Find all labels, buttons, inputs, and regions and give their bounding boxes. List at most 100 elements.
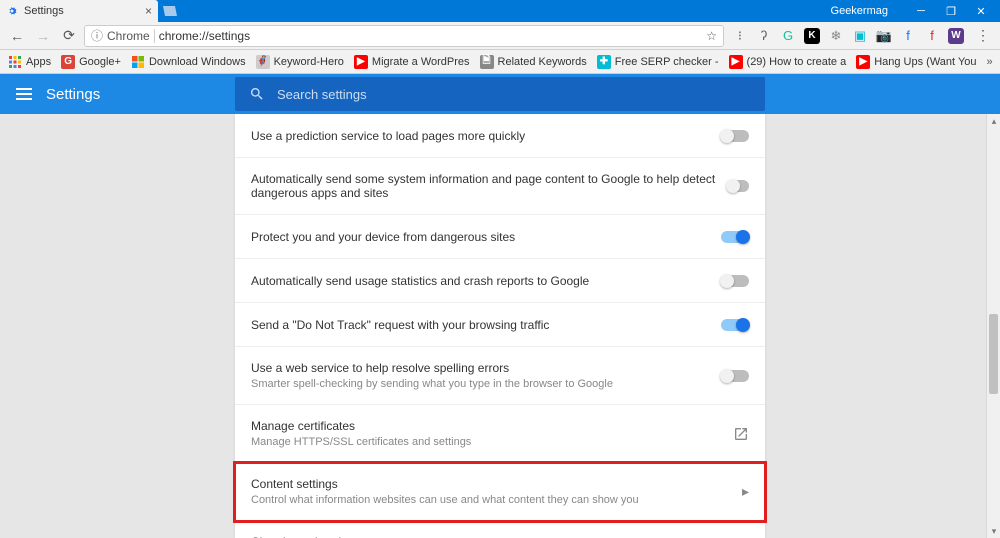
- bookmarks-overflow[interactable]: »: [987, 56, 993, 68]
- wappalyzer-icon[interactable]: W: [948, 28, 964, 44]
- lastpass-icon[interactable]: ⁝: [732, 28, 748, 44]
- bookmark-label: Apps: [26, 56, 51, 68]
- window-brand: Geekermag: [831, 5, 888, 17]
- row-title: Manage certificates: [251, 419, 471, 433]
- settings-row: Automatically send some system informati…: [235, 158, 765, 215]
- settings-content: Use a prediction service to load pages m…: [0, 114, 1000, 538]
- row-title: Automatically send usage statistics and …: [251, 274, 589, 288]
- bookmark-label: (29) How to create a: [747, 56, 847, 68]
- search-icon: [249, 86, 265, 102]
- open-external-icon[interactable]: [733, 426, 749, 442]
- settings-card: Use a prediction service to load pages m…: [235, 114, 765, 538]
- scroll-down-arrow[interactable]: ▾: [987, 524, 1000, 538]
- extension-icons: ⁝ʔGK❄▣📷ffW: [728, 28, 968, 44]
- url-path: chrome://settings: [159, 29, 250, 43]
- grammarly-icon[interactable]: G: [780, 28, 796, 44]
- bookmark-label: Migrate a WordPres: [372, 56, 470, 68]
- settings-row: Protect you and your device from dangero…: [235, 215, 765, 259]
- bookmark-icon: 🦸: [256, 55, 270, 69]
- bookmark-item[interactable]: ▶ (29) How to create a: [729, 55, 847, 69]
- search-placeholder: Search settings: [277, 87, 367, 102]
- bookmark-item[interactable]: ▶ Migrate a WordPres: [354, 55, 470, 69]
- toggle-switch[interactable]: [721, 130, 749, 142]
- maximize-button[interactable]: ❐: [936, 0, 966, 22]
- minimize-button[interactable]: ─: [906, 0, 936, 22]
- toggle-switch[interactable]: [727, 180, 749, 192]
- bookmark-item[interactable]: 🗎Related Keywords: [480, 55, 587, 69]
- bookmark-label: Hang Ups (Want You: [874, 56, 976, 68]
- settings-row: Use a prediction service to load pages m…: [235, 114, 765, 158]
- windows-icon: [131, 55, 145, 69]
- window-controls: Geekermag ─ ❐ ✕: [831, 0, 1000, 22]
- settings-row: Use a web service to help resolve spelli…: [235, 347, 765, 405]
- close-icon[interactable]: ×: [145, 4, 152, 18]
- menu-icon[interactable]: [16, 88, 32, 100]
- row-title: Content settings: [251, 477, 639, 491]
- bookmark-icon: ✚: [597, 55, 611, 69]
- page-title: Settings: [46, 86, 100, 103]
- browser-toolbar: ← → ⟳ ⓘ Chrome chrome://settings ☆ ⁝ ʔGK ❄…: [0, 22, 1000, 50]
- window-titlebar: Settings × Geekermag ─ ❐ ✕: [0, 0, 1000, 22]
- settings-row[interactable]: Clear browsing dataClear history, cookie…: [235, 521, 765, 538]
- toggle-switch[interactable]: [721, 319, 749, 331]
- camera-icon[interactable]: 📷: [876, 28, 892, 44]
- url-scheme: Chrome: [107, 29, 155, 43]
- toggle-switch[interactable]: [721, 231, 749, 243]
- bookmark-icon: ▶: [856, 55, 870, 69]
- bookmark-label: Google+: [79, 56, 121, 68]
- row-subtitle: Control what information websites can us…: [251, 494, 639, 506]
- row-title: Protect you and your device from dangero…: [251, 230, 515, 244]
- tab-title: Settings: [24, 5, 64, 17]
- bookmark-icon: ▶: [354, 55, 368, 69]
- bookmark-icon: 🗎: [480, 55, 494, 69]
- bookmark-label: Free SERP checker -: [615, 56, 719, 68]
- snowflake-icon[interactable]: ❄: [828, 28, 844, 44]
- refresh-icon[interactable]: ʔ: [756, 28, 772, 44]
- vertical-scrollbar[interactable]: ▴ ▾: [986, 114, 1000, 538]
- menu-button[interactable]: ⋮: [972, 25, 994, 47]
- bookmark-label: Keyword-Hero: [274, 56, 344, 68]
- facebook-icon[interactable]: f: [900, 28, 916, 44]
- row-subtitle: Manage HTTPS/SSL certificates and settin…: [251, 436, 471, 448]
- bookmark-item[interactable]: ✚ Free SERP checker -: [597, 55, 719, 69]
- chevron-right-icon: ▸: [742, 483, 749, 500]
- row-subtitle: Smarter spell-checking by sending what y…: [251, 378, 613, 390]
- settings-row[interactable]: Manage certificates Manage HTTPS/SSL cert…: [235, 405, 765, 463]
- bookmark-item[interactable]: Apps: [8, 55, 51, 69]
- keepa-icon[interactable]: K: [804, 28, 820, 44]
- scroll-up-arrow[interactable]: ▴: [987, 114, 1000, 128]
- apps-icon: [8, 55, 22, 69]
- bookmark-icon: ▶: [729, 55, 743, 69]
- settings-row[interactable]: Content settings Control what information…: [235, 463, 765, 521]
- bookmarks-bar: Apps G Google+ Download Windows 🦸 Keyword-Her…: [0, 50, 1000, 74]
- row-title: Use a prediction service to load pages m…: [251, 129, 525, 143]
- pocket-icon[interactable]: ▣: [852, 28, 868, 44]
- bookmark-star-icon[interactable]: ☆: [706, 29, 717, 43]
- forward-button[interactable]: →: [32, 25, 54, 47]
- toggle-switch[interactable]: [721, 275, 749, 287]
- settings-row: Automatically send usage statistics and …: [235, 259, 765, 303]
- bookmark-item[interactable]: Download Windows: [131, 55, 246, 69]
- reload-button[interactable]: ⟳: [58, 25, 80, 47]
- address-bar[interactable]: ⓘ Chrome chrome://settings ☆: [84, 25, 724, 47]
- settings-row: Send a "Do Not Track" request with your …: [235, 303, 765, 347]
- bookmark-icon: G: [61, 55, 75, 69]
- bookmark-label: Download Windows: [149, 56, 246, 68]
- close-button[interactable]: ✕: [966, 0, 996, 22]
- new-tab-button[interactable]: [158, 0, 180, 22]
- row-title: Use a web service to help resolve spelli…: [251, 361, 613, 375]
- gear-icon: [6, 5, 18, 17]
- bookmark-item[interactable]: 🦸 Keyword-Hero: [256, 55, 344, 69]
- toggle-switch[interactable]: [721, 370, 749, 382]
- scroll-thumb[interactable]: [989, 314, 998, 394]
- bookmark-item[interactable]: G Google+: [61, 55, 121, 69]
- tab-strip: Settings ×: [0, 0, 180, 22]
- settings-search[interactable]: Search settings: [235, 77, 765, 111]
- settings-header: Settings Search settings: [0, 74, 1000, 114]
- row-title: Automatically send some system informati…: [251, 172, 727, 200]
- info-icon: ⓘ: [91, 27, 103, 44]
- browser-tab[interactable]: Settings ×: [0, 0, 158, 22]
- bookmark-item[interactable]: ▶ Hang Ups (Want You: [856, 55, 976, 69]
- back-button[interactable]: ←: [6, 25, 28, 47]
- pinterest-icon[interactable]: f: [924, 28, 940, 44]
